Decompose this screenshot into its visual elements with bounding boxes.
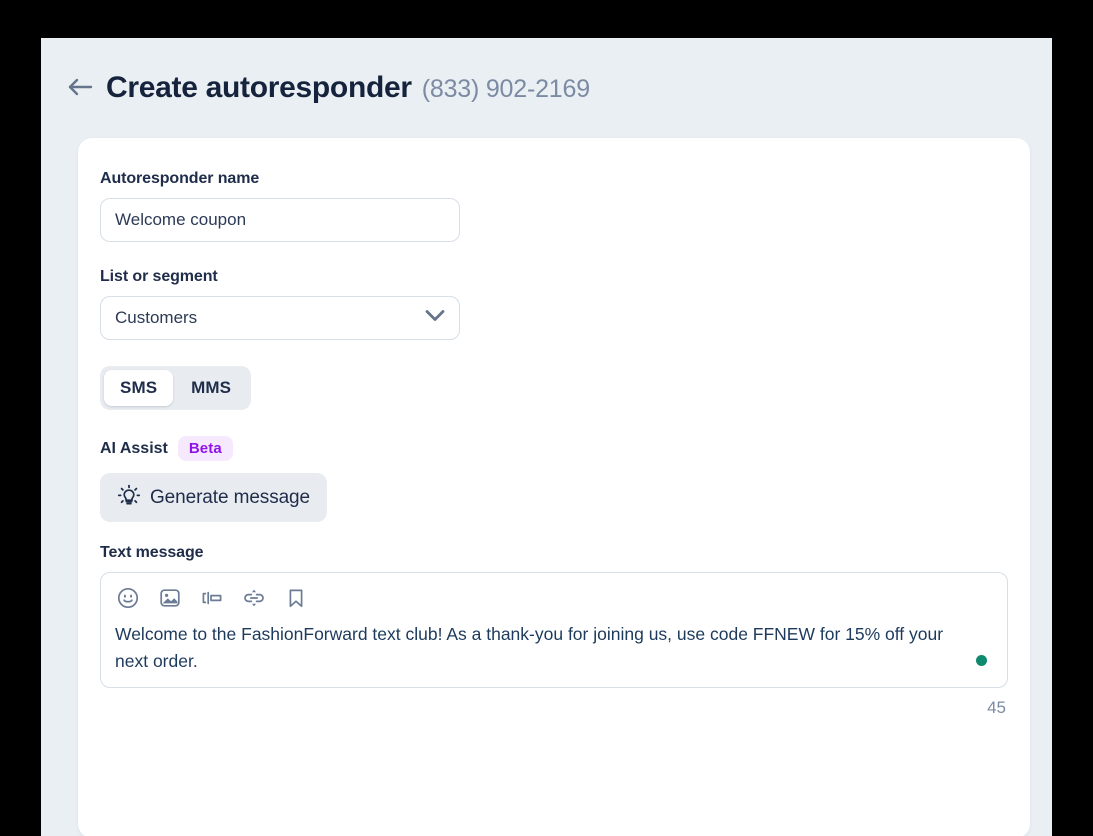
- message-composer[interactable]: Welcome to the FashionForward text club!…: [100, 572, 1008, 688]
- list-or-segment-label: List or segment: [100, 268, 218, 285]
- text-message-group: Text message Welcome to the FashionForwa…: [100, 544, 1008, 718]
- generate-message-button[interactable]: Generate message: [100, 473, 327, 522]
- image-icon[interactable]: [157, 585, 183, 611]
- composer-toolbar: [113, 583, 995, 613]
- message-type-sms[interactable]: SMS: [104, 370, 174, 406]
- page-title-group: Create autoresponder (833) 902-2169: [106, 71, 590, 105]
- message-type-mms[interactable]: MMS: [175, 370, 247, 406]
- autoresponder-name-input[interactable]: [100, 198, 460, 242]
- autoresponder-form-card: Autoresponder name List or segment Custo…: [78, 138, 1030, 836]
- arrow-left-icon: [65, 75, 95, 102]
- beta-badge: Beta: [177, 436, 233, 461]
- message-type-toggle: SMS MMS: [100, 366, 1008, 410]
- list-or-segment-group: List or segment Customers: [100, 268, 1008, 340]
- character-count: 45: [987, 698, 1006, 717]
- autoresponder-name-label: Autoresponder name: [100, 170, 260, 187]
- page-title: Create autoresponder: [106, 71, 412, 104]
- merge-field-icon[interactable]: [199, 585, 225, 611]
- autoresponder-name-group: Autoresponder name: [100, 170, 1008, 242]
- bookmark-icon[interactable]: [283, 585, 309, 611]
- autoresponder-page: Create autoresponder (833) 902-2169 Auto…: [41, 38, 1052, 836]
- link-icon[interactable]: [241, 585, 267, 611]
- message-text[interactable]: Welcome to the FashionForward text club!…: [115, 621, 993, 675]
- text-message-label: Text message: [100, 544, 204, 561]
- emoji-icon[interactable]: [115, 585, 141, 611]
- back-button[interactable]: [60, 68, 100, 108]
- lightbulb-icon: [117, 484, 141, 511]
- ai-assist-label: AI Assist: [100, 439, 168, 457]
- ai-assist-group: AI Assist Beta Generate message: [100, 436, 1008, 522]
- generate-message-label: Generate message: [150, 486, 310, 508]
- page-header: Create autoresponder (833) 902-2169: [41, 38, 1052, 120]
- page-phone-number: (833) 902-2169: [421, 75, 590, 103]
- status-indicator-dot: [976, 655, 987, 666]
- list-or-segment-select[interactable]: Customers: [100, 296, 460, 340]
- list-or-segment-value: Customers: [115, 308, 198, 327]
